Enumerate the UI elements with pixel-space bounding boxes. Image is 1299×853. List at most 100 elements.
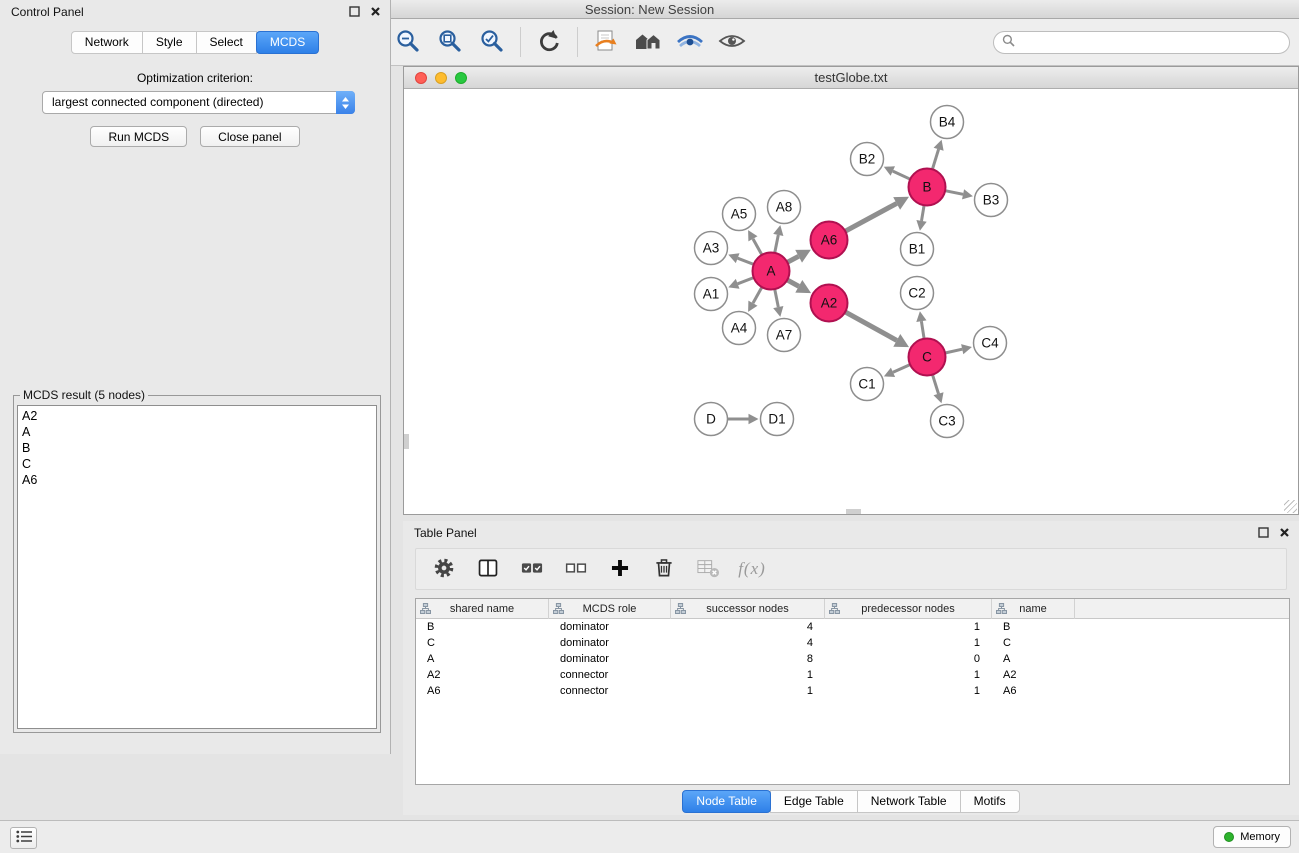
mcds-result-item[interactable]: A2 xyxy=(22,408,372,424)
close-panel-action-button[interactable]: Close panel xyxy=(200,126,299,147)
graph-node-A1[interactable]: A1 xyxy=(695,278,728,311)
graph-node-C2[interactable]: C2 xyxy=(901,277,934,310)
network-minimize-icon[interactable] xyxy=(435,72,447,84)
search-box[interactable] xyxy=(993,31,1290,54)
column-header-shared-name[interactable]: shared name xyxy=(416,599,549,619)
vertical-scrollbar[interactable] xyxy=(404,434,409,449)
zoom-selected-button[interactable] xyxy=(473,22,511,62)
graph-edge-A-A2[interactable] xyxy=(787,280,811,293)
tab-motifs[interactable]: Motifs xyxy=(960,790,1020,813)
task-history-button[interactable] xyxy=(10,827,37,849)
add-entry-button[interactable] xyxy=(602,552,638,586)
column-header-name[interactable]: name xyxy=(992,599,1075,619)
graph-edge-B-B4[interactable] xyxy=(932,140,943,170)
mcds-result-item[interactable]: C xyxy=(22,456,372,472)
graph-edge-A-A5[interactable] xyxy=(748,230,762,255)
network-graph[interactable]: A A1 A2 A3 A4 A5 A6 A7 A8 B B1 B2 B3 B4 C C1 C2 C3 C4 D D1 xyxy=(404,90,1298,514)
graph-node-D1[interactable]: D1 xyxy=(761,403,794,436)
apply-layout-button[interactable] xyxy=(587,22,625,62)
graph-node-A4[interactable]: A4 xyxy=(723,312,756,345)
graph-edge-B-B3[interactable] xyxy=(945,189,973,199)
graph-edge-C-C3[interactable] xyxy=(933,375,944,404)
graph-node-A3[interactable]: A3 xyxy=(695,232,728,265)
table-row[interactable]: Bdominator41B xyxy=(416,619,1289,635)
table-row[interactable]: A2connector11A2 xyxy=(416,667,1289,683)
optimization-dropdown[interactable]: largest connected component (directed) xyxy=(42,91,355,114)
mcds-result-list[interactable]: A2ABCA6 xyxy=(17,405,377,729)
refresh-button[interactable] xyxy=(530,22,568,62)
graph-edge-A-A4[interactable] xyxy=(748,287,762,312)
table-float-panel-button[interactable] xyxy=(1256,526,1270,540)
tab-edge-table[interactable]: Edge Table xyxy=(770,790,858,813)
resize-grip[interactable] xyxy=(1284,500,1297,513)
graph-edge-A-A7[interactable] xyxy=(773,289,783,317)
graph-node-A6[interactable]: A6 xyxy=(811,222,848,259)
network-close-icon[interactable] xyxy=(415,72,427,84)
tab-select[interactable]: Select xyxy=(196,31,257,54)
network-window-titlebar[interactable]: testGlobe.txt xyxy=(404,67,1298,89)
show-graphics-button[interactable] xyxy=(713,22,751,62)
graph-edge-B-B1[interactable] xyxy=(916,205,926,230)
graph-node-A8[interactable]: A8 xyxy=(768,191,801,224)
graph-node-B[interactable]: B xyxy=(909,169,946,206)
zoom-out-button[interactable] xyxy=(389,22,427,62)
graph-edge-A2-C[interactable] xyxy=(845,312,909,347)
first-neighbors-button[interactable] xyxy=(629,22,667,62)
graph-node-C3[interactable]: C3 xyxy=(931,405,964,438)
graph-node-B2[interactable]: B2 xyxy=(851,143,884,176)
table-row[interactable]: A6connector11A6 xyxy=(416,683,1289,699)
split-columns-button[interactable] xyxy=(470,552,506,586)
mcds-result-item[interactable]: A6 xyxy=(22,472,372,488)
graph-node-C4[interactable]: C4 xyxy=(974,327,1007,360)
tab-mcds[interactable]: MCDS xyxy=(256,31,319,54)
tab-network[interactable]: Network xyxy=(71,31,143,54)
fx-button[interactable]: f(x) xyxy=(734,552,770,586)
graph-edge-C-C4[interactable] xyxy=(945,344,972,354)
graph-node-A[interactable]: A xyxy=(753,253,790,290)
settings-button[interactable] xyxy=(426,552,462,586)
graph-node-D[interactable]: D xyxy=(695,403,728,436)
graph-edge-A-A1[interactable] xyxy=(728,278,753,289)
graph-node-B4[interactable]: B4 xyxy=(931,106,964,139)
graph-node-B1[interactable]: B1 xyxy=(901,233,934,266)
graph-node-A7[interactable]: A7 xyxy=(768,319,801,352)
search-input[interactable] xyxy=(1020,36,1281,50)
run-mcds-button[interactable]: Run MCDS xyxy=(90,126,187,147)
column-header-predecessor-nodes[interactable]: predecessor nodes xyxy=(825,599,992,619)
memory-button[interactable]: Memory xyxy=(1213,826,1291,848)
graph-edge-A-A6[interactable] xyxy=(787,250,811,263)
float-panel-button[interactable] xyxy=(347,5,361,19)
zoom-fit-button[interactable] xyxy=(431,22,469,62)
graph-edge-C-C2[interactable] xyxy=(916,311,926,338)
delete-table-button[interactable] xyxy=(690,552,726,586)
mcds-result-item[interactable]: A xyxy=(22,424,372,440)
visual-styles-button[interactable] xyxy=(671,22,709,62)
table-row[interactable]: Cdominator41C xyxy=(416,635,1289,651)
graph-edge-D-D1[interactable] xyxy=(728,414,759,424)
column-header-successor-nodes[interactable]: successor nodes xyxy=(671,599,825,619)
select-checks-button[interactable] xyxy=(514,552,550,586)
graph-edge-A-A8[interactable] xyxy=(773,225,783,253)
tab-style[interactable]: Style xyxy=(142,31,197,54)
graph-node-C1[interactable]: C1 xyxy=(851,368,884,401)
mcds-result-item[interactable]: B xyxy=(22,440,372,456)
close-panel-button[interactable] xyxy=(368,5,382,19)
graph-node-A5[interactable]: A5 xyxy=(723,198,756,231)
graph-edge-A6-B[interactable] xyxy=(845,197,909,231)
tab-node-table[interactable]: Node Table xyxy=(682,790,771,813)
network-zoom-icon[interactable] xyxy=(455,72,467,84)
tab-network-table[interactable]: Network Table xyxy=(857,790,961,813)
table-close-panel-button[interactable] xyxy=(1277,526,1291,540)
graph-edge-A-A3[interactable] xyxy=(728,253,753,264)
graph-node-B3[interactable]: B3 xyxy=(975,184,1008,217)
network-canvas[interactable]: A A1 A2 A3 A4 A5 A6 A7 A8 B B1 B2 B3 B4 C C1 C2 C3 C4 D D1 xyxy=(404,90,1298,514)
column-header-mcds-role[interactable]: MCDS role xyxy=(549,599,671,619)
clear-checks-button[interactable] xyxy=(558,552,594,586)
horizontal-scrollbar[interactable] xyxy=(846,509,861,514)
graph-edge-B-B2[interactable] xyxy=(884,166,910,179)
graph-edge-C-C1[interactable] xyxy=(884,365,910,377)
delete-entry-button[interactable] xyxy=(646,552,682,586)
graph-node-C[interactable]: C xyxy=(909,339,946,376)
table-row[interactable]: Adominator80A xyxy=(416,651,1289,667)
graph-node-A2[interactable]: A2 xyxy=(811,285,848,322)
